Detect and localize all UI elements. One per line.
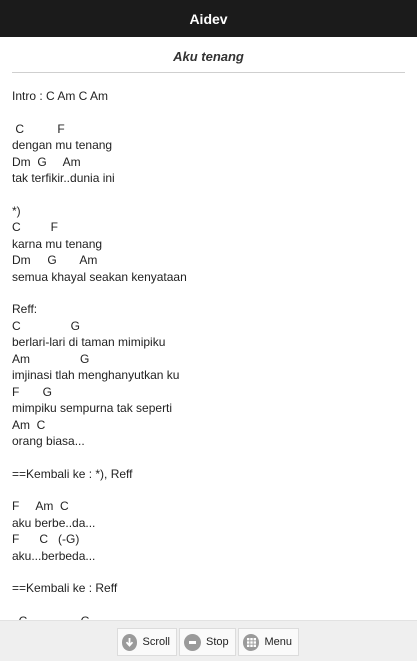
lyric-line: Am G xyxy=(12,351,90,366)
lyric-line: Dm G Am xyxy=(12,253,98,267)
lyric-line: Am C xyxy=(12,417,46,432)
lyrics-spacer xyxy=(12,187,407,203)
lyric-line: C G xyxy=(12,318,81,333)
lyrics-spacer xyxy=(12,105,407,121)
lyric-line: imjinasi tlah menghanyutkan ku xyxy=(12,368,180,382)
scroll-label: Scroll xyxy=(142,636,170,648)
song-title: Aku tenang xyxy=(173,49,244,64)
app-bar: Aidev xyxy=(0,0,417,37)
lyrics-spacer xyxy=(12,564,407,580)
lyrics-spacer xyxy=(12,450,407,466)
scroll-button[interactable]: Scroll xyxy=(117,628,177,656)
lyric-line: C G xyxy=(12,613,407,621)
lyrics-content[interactable]: Intro : C Am C Am C F dengan mu tenang Dm … xyxy=(12,88,407,620)
lyric-line: Dm G Am xyxy=(12,154,81,169)
lyric-line: berlari-lari di taman mimipiku xyxy=(12,335,166,349)
app-title: Aidev xyxy=(189,10,228,27)
lyric-line: orang biasa... xyxy=(12,434,85,448)
lyric-line: mimpiku sempurna tak seperti xyxy=(12,401,173,415)
grid-menu-icon xyxy=(243,633,260,651)
arrow-down-circle-icon xyxy=(122,633,138,651)
lyric-line: C F xyxy=(12,121,65,136)
stop-label: Stop xyxy=(206,636,229,648)
lyric-line: ==Kembali ke : *), Reff xyxy=(12,466,133,481)
lyric-line: F G xyxy=(12,384,53,399)
lyric-line: F Am C xyxy=(12,499,69,513)
lyric-line: Intro : C Am C Am xyxy=(12,89,109,103)
lyric-line: dengan mu tenang xyxy=(12,138,113,152)
lyric-line: aku...berbeda... xyxy=(12,548,96,563)
lyric-line: tak terfikir..dunia ini xyxy=(12,171,115,185)
lyric-line: semua khayal seakan kenyataan xyxy=(12,269,187,284)
menu-button[interactable]: Menu xyxy=(238,628,299,656)
lyric-line: F C (-G) xyxy=(12,532,80,546)
stop-button[interactable]: Stop xyxy=(179,628,236,656)
lyrics-spacer xyxy=(12,597,407,613)
lyric-line: ==Kembali ke : Reff xyxy=(12,581,118,595)
lyric-line: *) xyxy=(12,203,21,218)
stop-circle-icon xyxy=(184,633,201,651)
title-divider xyxy=(12,72,405,73)
bottom-toolbar: Scroll Stop Menu xyxy=(0,620,417,661)
menu-label: Menu xyxy=(264,636,292,648)
lyric-line: C F xyxy=(12,220,59,234)
lyric-line: aku berbe..da... xyxy=(12,515,96,530)
lyric-line: karna mu tenang xyxy=(12,236,103,251)
lyrics-spacer xyxy=(12,482,407,498)
lyric-line: Reff: xyxy=(12,302,38,316)
lyrics-spacer xyxy=(12,285,407,301)
